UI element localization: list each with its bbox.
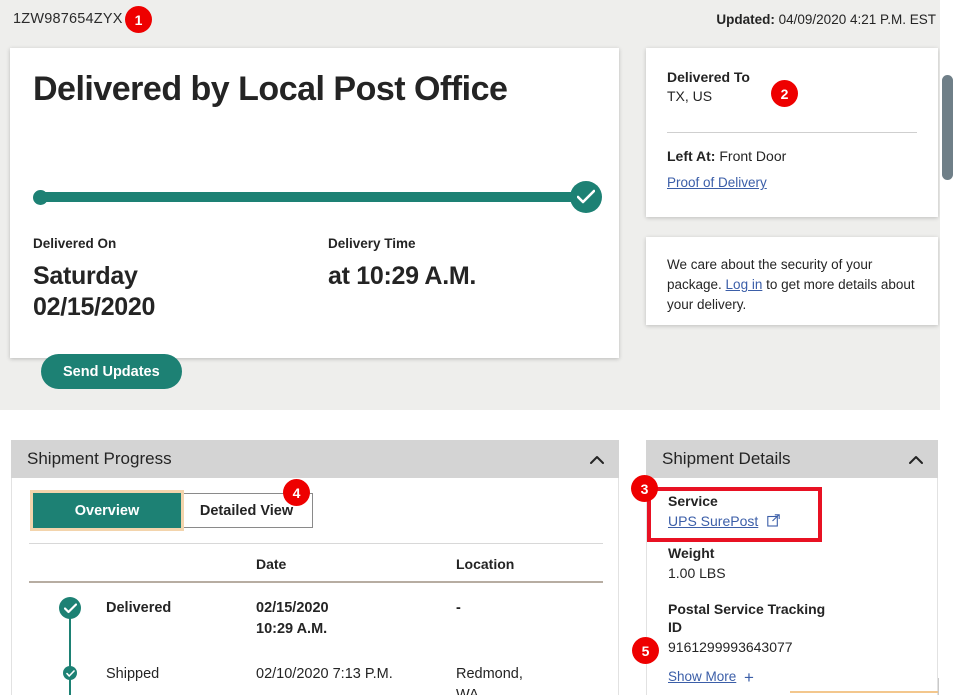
progress-start-dot — [33, 190, 48, 205]
left-at-row: Left At: Front Door — [667, 148, 786, 164]
last-updated: Updated: 04/09/2020 4:21 P.M. EST — [716, 12, 936, 27]
service-label: Service — [668, 493, 718, 509]
progress-track-filled — [39, 192, 585, 202]
delivery-time-block: Delivery Time at 10:29 A.M. — [328, 236, 476, 292]
table-row: Shipped — [106, 666, 160, 682]
delivered-on-block: Delivered On Saturday 02/15/2020 — [33, 236, 155, 322]
annotation-badge-5: 5 — [632, 637, 659, 664]
annotation-badge-3: 3 — [631, 475, 658, 502]
delivered-on-weekday: Saturday — [33, 262, 138, 290]
table-row: 02/10/2020 7:13 P.M. — [256, 666, 393, 682]
delivery-status-card: Delivered by Local Post Office Delivered… — [10, 48, 619, 389]
delivery-time-label: Delivery Time — [328, 236, 416, 251]
column-header-date: Date — [256, 556, 287, 572]
shipment-details-body: Service UPS SurePost Weight 1.00 LBS Pos… — [646, 478, 938, 695]
tracking-page: 1ZW987654ZYX Updated: 04/09/2020 4:21 P.… — [0, 0, 955, 695]
shipment-details-title: Shipment Details — [662, 449, 791, 468]
postal-tracking-block: Postal Service Tracking ID 9161299993643… — [668, 600, 843, 655]
delivered-to-card: Delivered To TX, US Left At: Front Door … — [646, 48, 938, 217]
log-in-link[interactable]: Log in — [726, 277, 763, 292]
table-row: Delivered — [106, 600, 172, 616]
delivered-on-value: Saturday 02/15/2020 — [33, 261, 155, 322]
shipment-progress-title: Shipment Progress — [27, 449, 172, 468]
left-at-value: Front Door — [719, 148, 787, 164]
table-header-divider — [29, 581, 603, 583]
check-circle-icon — [63, 666, 77, 680]
weight-value: 1.00 LBS — [668, 565, 726, 582]
divider — [667, 132, 917, 133]
tab-overview[interactable]: Overview — [30, 490, 184, 531]
view-tabs: Overview Detailed View — [30, 490, 313, 531]
table-row: Redmond, WA — [456, 666, 523, 695]
last-updated-label: Updated: — [716, 12, 775, 27]
divider — [938, 678, 939, 695]
page-title: Delivered by Local Post Office — [33, 70, 508, 108]
delivered-on-label: Delivered On — [33, 236, 117, 251]
delivered-to-label: Delivered To — [667, 69, 750, 85]
postal-tracking-value: 9161299993643077 — [668, 639, 793, 656]
left-at-label: Left At: — [667, 148, 716, 164]
annotation-badge-2: 2 — [771, 80, 798, 107]
focus-outline-bottom — [790, 691, 938, 693]
plus-icon[interactable]: + — [744, 668, 754, 688]
shipment-progress-body: Overview Detailed View Date Location Del… — [11, 478, 619, 695]
table-row: - — [456, 600, 461, 616]
divider — [29, 543, 603, 544]
annotation-badge-4: 4 — [283, 479, 310, 506]
chevron-up-icon[interactable] — [908, 453, 924, 465]
shipment-details-header[interactable]: Shipment Details — [646, 440, 938, 478]
annotation-badge-1: 1 — [125, 6, 152, 33]
postal-tracking-label: Postal Service Tracking ID — [668, 601, 826, 636]
tracking-number: 1ZW987654ZYX — [13, 11, 123, 27]
last-updated-value: 04/09/2020 4:21 P.M. EST — [778, 12, 936, 27]
security-notice-card: We care about the security of your packa… — [646, 237, 938, 325]
send-updates-button[interactable]: Send Updates — [41, 354, 182, 389]
shipment-progress-header[interactable]: Shipment Progress — [11, 440, 619, 478]
external-link-icon[interactable] — [767, 514, 780, 530]
show-more-link[interactable]: Show More + — [668, 668, 754, 688]
delivered-to-value: TX, US — [667, 88, 713, 104]
proof-of-delivery-link[interactable]: Proof of Delivery — [667, 175, 767, 190]
progress-complete-check-icon — [570, 181, 602, 213]
delivered-on-date: 02/15/2020 — [33, 292, 156, 321]
service-value-link[interactable]: UPS SurePost — [668, 513, 848, 530]
service-block: Service UPS SurePost — [668, 492, 848, 530]
chevron-up-icon[interactable] — [589, 453, 605, 465]
weight-block: Weight 1.00 LBS — [668, 544, 726, 581]
column-header-location: Location — [456, 556, 515, 572]
page-scrollbar[interactable] — [940, 0, 955, 695]
scrollbar-thumb[interactable] — [942, 75, 953, 180]
delivery-time-value: at 10:29 A.M. — [328, 262, 477, 290]
weight-label: Weight — [668, 545, 715, 561]
table-row: 02/15/2020 10:29 A.M. — [256, 600, 329, 637]
check-circle-icon — [59, 597, 81, 619]
security-notice-text: We care about the security of your packa… — [667, 255, 917, 315]
delivery-progress-bar — [33, 181, 602, 215]
timeline-connector — [69, 608, 71, 695]
